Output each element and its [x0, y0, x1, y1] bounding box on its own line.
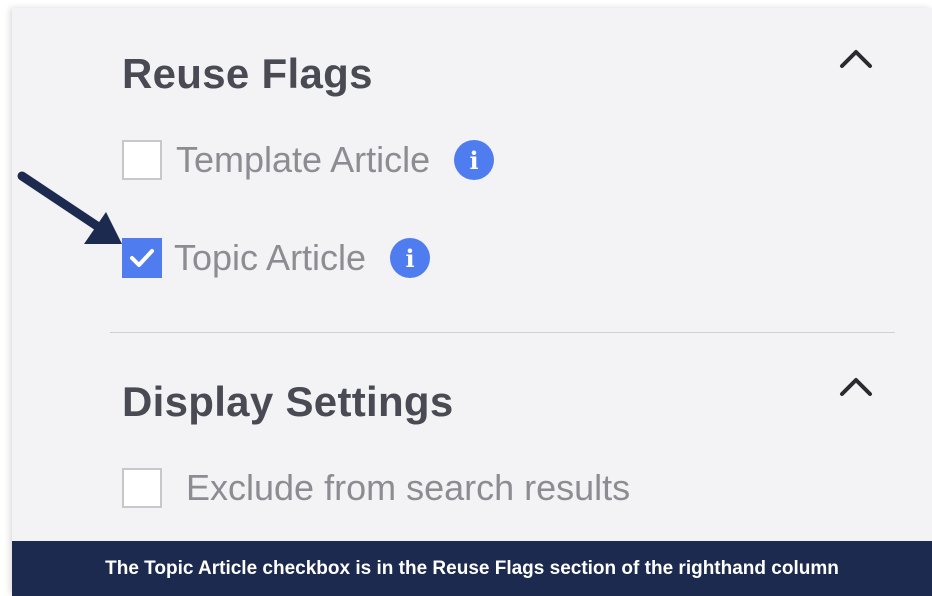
annotation-caption-bar: The Topic Article checkbox is in the Reu…: [12, 541, 932, 596]
annotation-caption: The Topic Article checkbox is in the Reu…: [105, 557, 839, 579]
template-article-option: Template Article i: [122, 138, 495, 182]
exclude-search-option: Exclude from search results: [122, 466, 630, 510]
topic-article-info-icon[interactable]: i: [390, 238, 431, 278]
pointer-arrow-icon: [17, 171, 122, 244]
display-settings-title: Display Settings: [122, 378, 454, 425]
reuse-flags-title: Reuse Flags: [122, 50, 373, 97]
display-settings-collapse-chevron-up-icon[interactable]: [838, 374, 874, 398]
topic-article-option: Topic Article i: [122, 236, 431, 280]
settings-panel: Reuse Flags Template Article i Topic Art…: [12, 8, 932, 594]
section-divider: [110, 332, 895, 333]
exclude-from-search-label: Exclude from search results: [186, 467, 631, 508]
exclude-from-search-checkbox[interactable]: [122, 468, 162, 508]
template-article-label: Template Article: [176, 139, 431, 180]
topic-article-label: Topic Article: [174, 237, 367, 278]
template-article-info-icon[interactable]: i: [454, 140, 495, 180]
reuse-flags-collapse-chevron-up-icon[interactable]: [838, 46, 874, 70]
